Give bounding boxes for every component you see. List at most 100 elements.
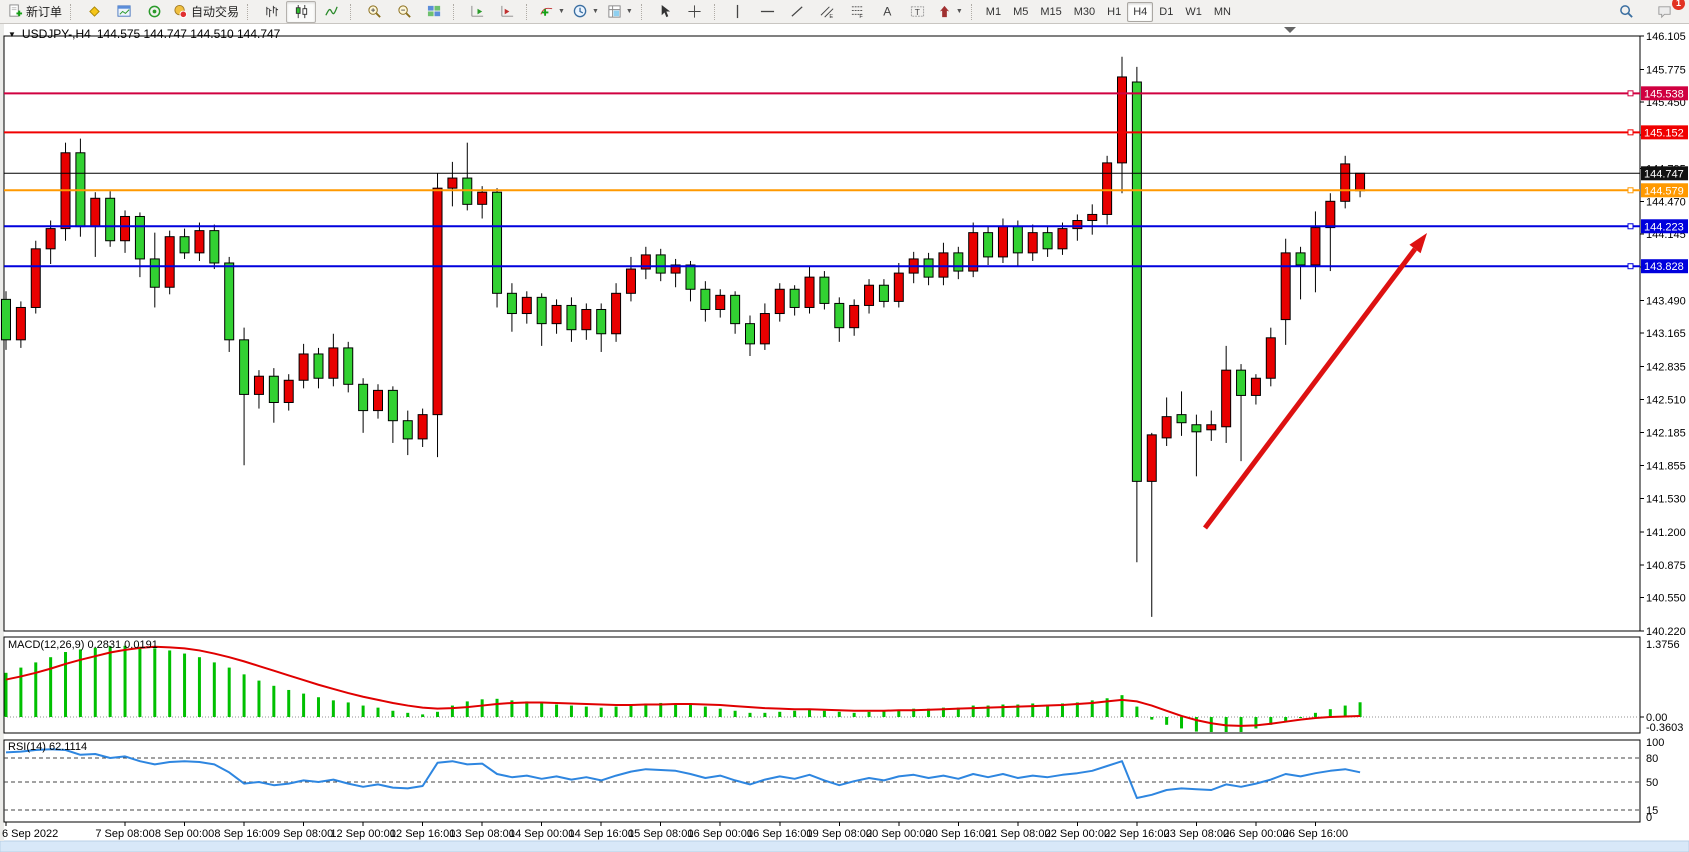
price-tag-label: 145.152 xyxy=(1644,127,1684,139)
timeframe-w1-button[interactable]: W1 xyxy=(1179,2,1208,22)
arrows-button[interactable]: ▼ xyxy=(933,1,967,23)
chat-button[interactable]: 1 xyxy=(1649,1,1679,23)
templates-icon xyxy=(607,4,622,19)
tile-windows-button[interactable] xyxy=(419,1,449,23)
timeframe-m5-button[interactable]: M5 xyxy=(1007,2,1034,22)
hline-endpoint-marker[interactable] xyxy=(1628,130,1633,135)
svg-text:141.530: 141.530 xyxy=(1646,494,1686,506)
candle-body xyxy=(656,255,665,273)
macd-pane[interactable] xyxy=(4,637,1640,733)
candle-body xyxy=(403,421,412,439)
candle-body xyxy=(91,198,100,226)
candle-body xyxy=(522,297,531,313)
templates-dropdown-icon[interactable]: ▼ xyxy=(626,8,633,15)
svg-text:21 Sep 08:00: 21 Sep 08:00 xyxy=(985,828,1050,840)
svg-text:6 Sep 2022: 6 Sep 2022 xyxy=(2,828,58,840)
label-button[interactable]: T xyxy=(903,1,933,23)
svg-text:12 Sep 16:00: 12 Sep 16:00 xyxy=(390,828,455,840)
candle-body xyxy=(1326,201,1335,227)
price-tag-label: 143.828 xyxy=(1644,261,1684,273)
zoom-out-button[interactable] xyxy=(389,1,419,23)
candle-body xyxy=(344,348,353,384)
timeframe-m15-button[interactable]: M15 xyxy=(1034,2,1067,22)
navigator-button[interactable] xyxy=(139,1,169,23)
svg-text:146.105: 146.105 xyxy=(1646,31,1686,43)
timeframe-m30-button[interactable]: M30 xyxy=(1068,2,1101,22)
fibonacci-button[interactable]: F xyxy=(843,1,873,23)
candle-body xyxy=(374,390,383,410)
candle-body xyxy=(567,305,576,329)
candle-body xyxy=(16,307,25,339)
candle-body xyxy=(507,293,516,313)
text-button[interactable]: A xyxy=(873,1,903,23)
hline-button[interactable] xyxy=(753,1,783,23)
toolbar-separator xyxy=(350,4,355,20)
market-watch-button[interactable] xyxy=(79,1,109,23)
timeframe-mn-button[interactable]: MN xyxy=(1208,2,1237,22)
candle-body xyxy=(760,314,769,344)
new-order-button[interactable]: 新订单 xyxy=(4,1,66,23)
timeframe-d1-button[interactable]: D1 xyxy=(1153,2,1179,22)
candle-body xyxy=(388,390,397,420)
svg-text:23 Sep 08:00: 23 Sep 08:00 xyxy=(1164,828,1229,840)
svg-text:A: A xyxy=(884,5,893,19)
rsi-value: 62.1114 xyxy=(49,741,87,753)
trendline-button[interactable] xyxy=(783,1,813,23)
periods-dropdown-icon[interactable]: ▼ xyxy=(592,8,599,15)
candle-body xyxy=(1341,164,1350,201)
arrows-dropdown-icon[interactable]: ▼ xyxy=(956,8,963,15)
bar-chart-icon xyxy=(264,4,279,19)
candle-chart-button[interactable] xyxy=(286,1,316,23)
svg-text:143.490: 143.490 xyxy=(1646,295,1686,307)
main-price-pane[interactable] xyxy=(4,36,1640,631)
candle-body xyxy=(1058,229,1067,249)
search-button[interactable] xyxy=(1611,1,1641,23)
notification-badge[interactable]: 1 xyxy=(1672,0,1685,10)
timeframe-m1-button[interactable]: M1 xyxy=(980,2,1007,22)
svg-text:14 Sep 16:00: 14 Sep 16:00 xyxy=(568,828,633,840)
zoom-in-button[interactable] xyxy=(359,1,389,23)
candle-body xyxy=(195,231,204,253)
candle-body xyxy=(1103,163,1112,215)
indicators-button[interactable]: ▼ xyxy=(535,1,569,23)
timeframe-h4-button[interactable]: H4 xyxy=(1127,2,1153,22)
arrows-icon xyxy=(937,4,952,19)
periods-button[interactable]: ▼ xyxy=(569,1,603,23)
macd-indicator-label: MACD(12,26,9) 0.2831 0.0191 xyxy=(8,639,158,651)
candle-body xyxy=(790,289,799,307)
hline-endpoint-marker[interactable] xyxy=(1628,91,1633,96)
chart-collapse-icon[interactable]: ▼ xyxy=(8,30,16,39)
bar-chart-button[interactable] xyxy=(256,1,286,23)
toolbar-separator xyxy=(641,4,646,20)
cursor-button[interactable] xyxy=(650,1,680,23)
chart-shift-button[interactable] xyxy=(492,1,522,23)
zoom-out-icon xyxy=(397,4,412,19)
channel-button[interactable]: E xyxy=(813,1,843,23)
autotrading-button[interactable]: 自动交易 xyxy=(169,1,243,23)
svg-text:16 Sep 00:00: 16 Sep 00:00 xyxy=(688,828,753,840)
candle-body xyxy=(954,253,963,271)
hline-endpoint-marker[interactable] xyxy=(1628,264,1633,269)
hline-endpoint-marker[interactable] xyxy=(1628,224,1633,229)
candle-body xyxy=(448,178,457,188)
crosshair-button[interactable] xyxy=(680,1,710,23)
hline-endpoint-marker[interactable] xyxy=(1628,188,1633,193)
candle-body xyxy=(135,216,144,258)
templates-button[interactable]: ▼ xyxy=(603,1,637,23)
line-chart-button[interactable] xyxy=(316,1,346,23)
candle-body xyxy=(612,293,621,333)
data-window-button[interactable] xyxy=(109,1,139,23)
chart-canvas[interactable]: 146.105145.775145.450145.125144.795144.4… xyxy=(0,0,1689,852)
channel-icon: E xyxy=(820,4,835,19)
toolbar-separator xyxy=(526,4,531,20)
toolbar-right-group: 1 xyxy=(1611,1,1685,23)
candle-body xyxy=(805,277,814,307)
rsi-name: RSI(14) xyxy=(8,741,46,753)
timeframe-h1-button[interactable]: H1 xyxy=(1101,2,1127,22)
candle-body xyxy=(1207,425,1216,430)
vline-button[interactable] xyxy=(723,1,753,23)
indicators-dropdown-icon[interactable]: ▼ xyxy=(558,8,565,15)
auto-scroll-button[interactable] xyxy=(462,1,492,23)
chart-shift-icon xyxy=(500,4,515,19)
price-tag-label: 144.223 xyxy=(1644,221,1684,233)
